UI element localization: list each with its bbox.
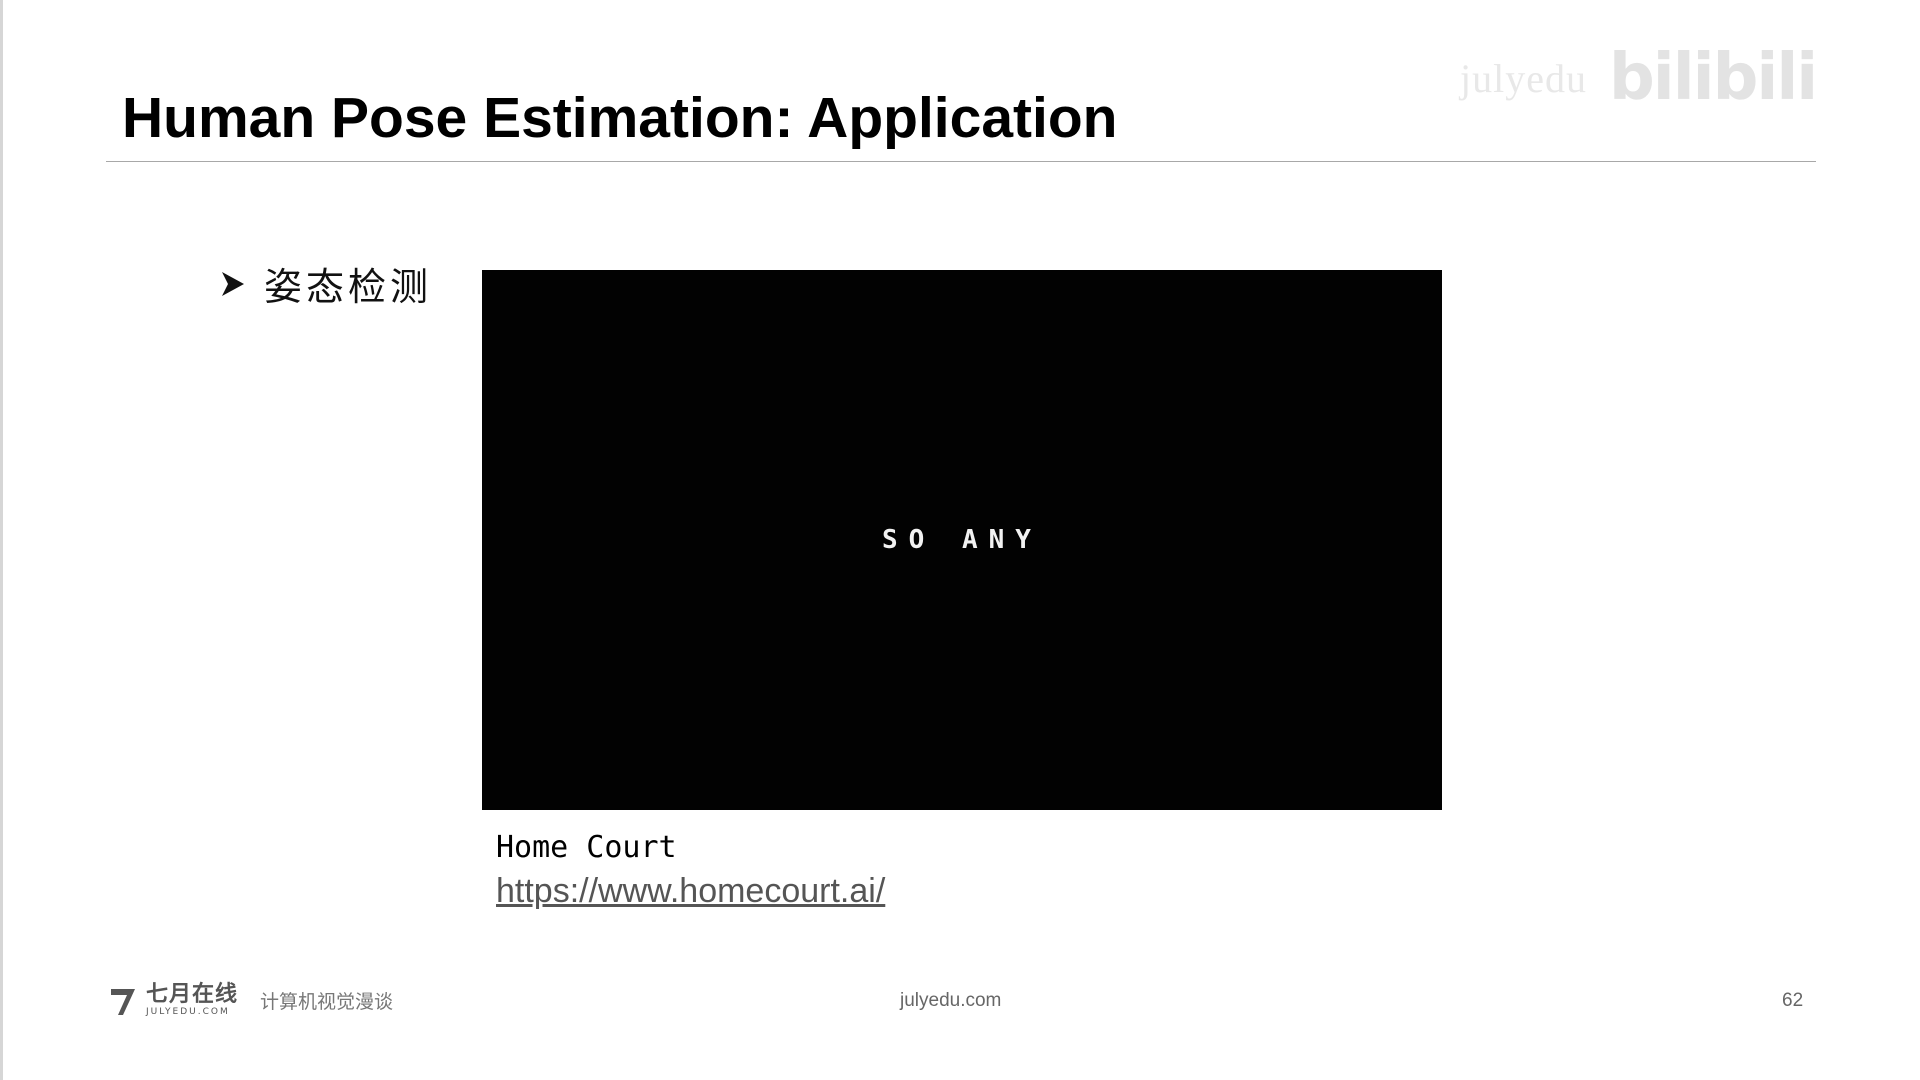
watermark-site: julyedu [1460,55,1587,101]
bullet-item: 姿态检测 [220,256,432,311]
watermark: julyedu bilibili [1460,41,1890,115]
bullet-text: 姿态检测 [264,265,433,309]
footer-logo: 七月在线 JULYEDU.COM 计算机视觉漫谈 [108,984,393,1017]
title-divider [106,161,1816,162]
footer-site: julyedu.com [900,990,1002,1011]
slide-left-edge [0,0,3,1080]
footer-course: 计算机视觉漫谈 [260,991,394,1013]
product-link[interactable]: https://www.homecourt.ai/ [496,872,885,911]
arrowhead-bullet-icon [222,271,244,296]
footer-brand-en: JULYEDU.COM [146,1007,230,1017]
seven-logo-icon [111,988,135,1015]
product-name: Home Court [496,830,677,865]
video-player[interactable]: SO ANY [482,270,1442,810]
bilibili-logo: bilibili [1608,41,1818,115]
footer-brand-cn: 七月在线 [146,982,239,1007]
page-number: 62 [1782,990,1804,1011]
video-overlay-text: SO ANY [882,525,1042,555]
slide-title: Human Pose Estimation: Application [122,86,1118,150]
footer-brand: 七月在线 JULYEDU.COM [146,984,238,1017]
